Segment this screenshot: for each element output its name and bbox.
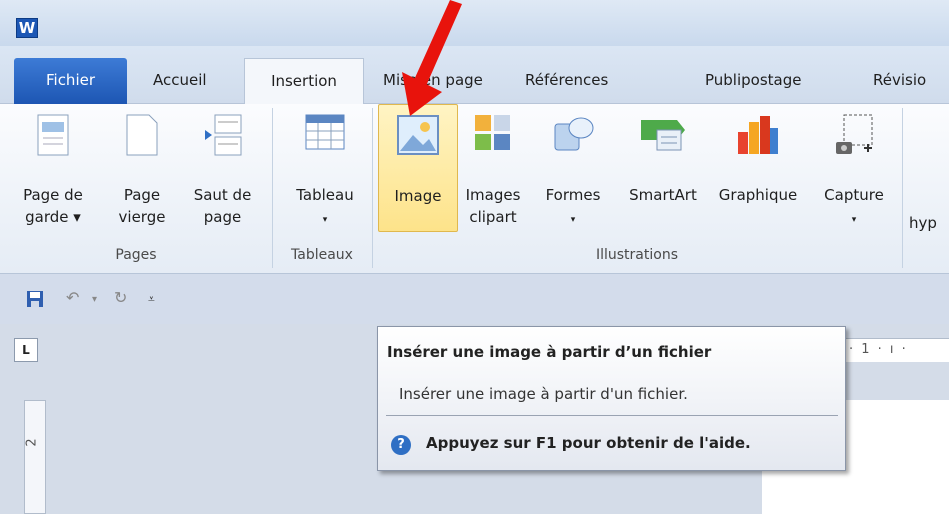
screenshot-icon: [836, 114, 873, 154]
clipart-icon: [475, 115, 510, 150]
label-line2: page: [203, 208, 242, 226]
tab-revision[interactable]: Révisio: [861, 58, 938, 104]
tooltip-title: Insérer une image à partir d’un fichier: [387, 343, 712, 361]
undo-dropdown-icon[interactable]: ▾: [92, 294, 97, 305]
page-break-icon: [204, 114, 241, 156]
label-line1: Page: [123, 186, 161, 204]
hyperlink-button[interactable]: hyp: [905, 104, 949, 244]
tab-selector[interactable]: L: [14, 338, 38, 362]
blank-page-icon: [126, 114, 158, 156]
page-de-garde-button[interactable]: Page de garde ▾: [18, 104, 88, 244]
save-icon[interactable]: [26, 290, 44, 308]
smartart-label: SmartArt: [629, 186, 697, 204]
dropdown-arrow: ▾: [851, 215, 857, 225]
tab-publipostage[interactable]: Publipostage: [693, 58, 813, 104]
label-line2: clipart: [469, 208, 517, 226]
group-separator: [902, 108, 903, 268]
hyperlink-label: hyp: [909, 214, 937, 232]
help-icon: ?: [391, 435, 411, 455]
group-label-illustrations: Illustrations: [595, 247, 678, 263]
horizontal-ruler[interactable]: · 1 · ı ·: [845, 338, 949, 362]
label-line1: Formes: [545, 186, 601, 204]
ribbon-tab-row: Fichier Accueil Insertion Mise en page R…: [0, 46, 949, 105]
label-line1: Page de: [23, 186, 83, 204]
label-line2: vierge: [118, 208, 166, 226]
vertical-ruler-mark: 2: [24, 438, 40, 447]
undo-icon[interactable]: ↶: [66, 288, 79, 307]
tooltip-divider: [386, 415, 838, 416]
smartart-button[interactable]: SmartArt: [617, 104, 709, 244]
customize-qat-icon[interactable]: ⩡: [148, 292, 155, 307]
tooltip-help-text: Appuyez sur F1 pour obtenir de l'aide.: [426, 434, 751, 452]
group-label-tableaux: Tableaux: [291, 247, 353, 263]
cover-page-icon: [37, 114, 69, 156]
tab-accueil[interactable]: Accueil: [141, 58, 219, 104]
chart-icon: [738, 116, 778, 154]
smartart-icon: [641, 120, 685, 151]
tooltip: Insérer une image à partir d’un fichier …: [377, 326, 846, 471]
group-separator: [372, 108, 373, 268]
saut-de-page-button[interactable]: Saut de page: [185, 104, 260, 244]
title-bar: W: [0, 0, 949, 46]
tab-fichier[interactable]: Fichier: [14, 58, 127, 104]
tab-insertion[interactable]: Insertion: [244, 58, 364, 105]
ribbon: Page de garde ▾ Page vierge Saut de page Pa…: [0, 104, 949, 274]
label-line1: Saut de: [193, 186, 252, 204]
images-clipart-button[interactable]: Images clipart: [458, 104, 528, 244]
label-line1: Images: [465, 186, 521, 204]
graphique-button[interactable]: Graphique: [708, 104, 808, 244]
image-label: Image: [394, 187, 442, 205]
table-icon: [305, 114, 345, 150]
dropdown-arrow: ▾: [322, 215, 328, 225]
label-line1: Tableau: [296, 186, 354, 204]
redo-icon[interactable]: ↻: [114, 288, 127, 307]
shapes-icon: [554, 117, 594, 151]
formes-button[interactable]: Formes ▾: [537, 104, 609, 244]
label-line1: Capture: [824, 186, 884, 204]
tooltip-body: Insérer une image à partir d'un fichier.: [399, 385, 688, 403]
word-app-icon[interactable]: W: [16, 18, 38, 38]
red-arrow-icon: [402, 0, 462, 116]
quick-access-toolbar: ↶ ▾ ↻ ⩡: [0, 274, 949, 324]
group-label-pages: Pages: [115, 247, 157, 263]
tab-references[interactable]: Références: [513, 58, 620, 104]
image-button[interactable]: Image: [378, 104, 458, 232]
capture-button[interactable]: Capture ▾: [812, 104, 896, 244]
label-line2: garde ▾: [25, 208, 81, 226]
graphique-label: Graphique: [718, 186, 798, 204]
group-separator: [272, 108, 273, 268]
vertical-ruler[interactable]: 2: [24, 400, 46, 514]
tableau-button[interactable]: Tableau ▾: [280, 104, 370, 244]
page-vierge-button[interactable]: Page vierge: [112, 104, 172, 244]
picture-icon: [397, 115, 439, 155]
dropdown-arrow: ▾: [570, 215, 576, 225]
